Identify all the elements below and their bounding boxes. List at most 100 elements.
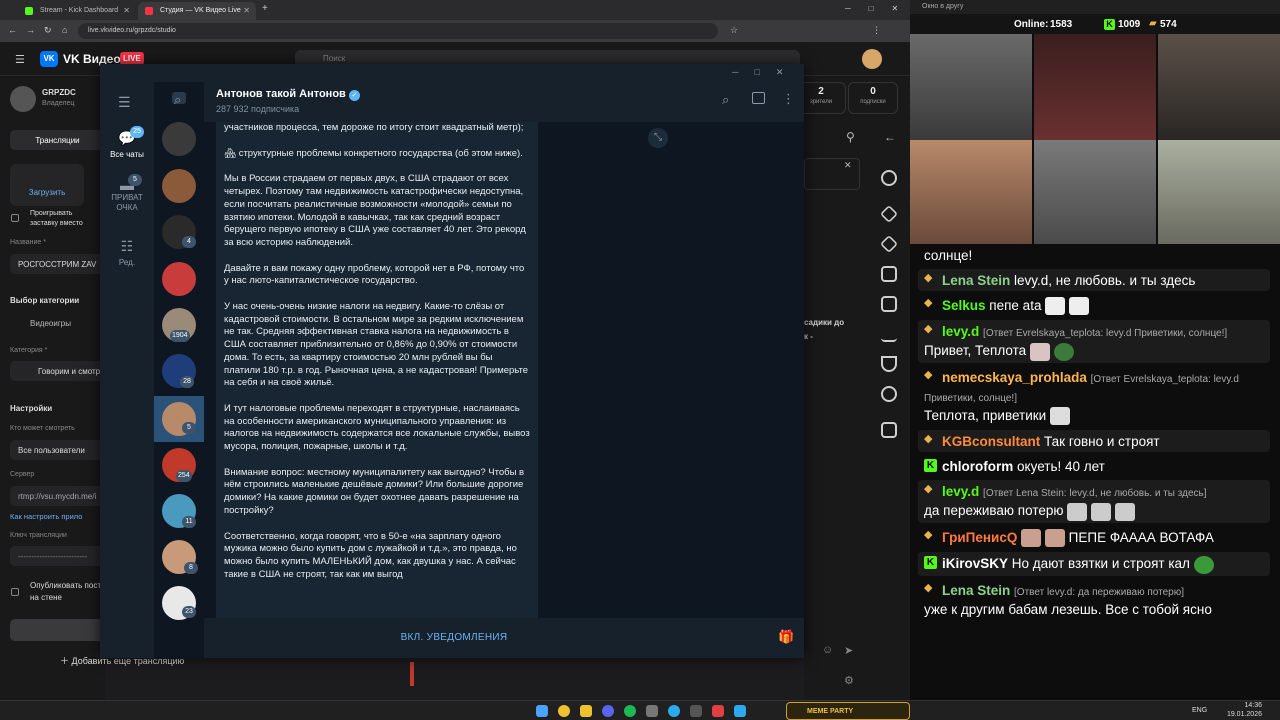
- server-label: Сервер: [10, 471, 35, 478]
- window-controls[interactable]: ─□✕: [732, 67, 799, 78]
- post-paragraph: Давайте я вам покажу одну проблему, кото…: [224, 262, 525, 287]
- ban-icon[interactable]: [881, 386, 897, 402]
- tab-kick[interactable]: Stream - Kick Dashboard ✕: [18, 2, 136, 20]
- folder-badge: 25: [130, 126, 144, 138]
- steam-icon[interactable]: [646, 705, 658, 717]
- chat-badge: 8: [184, 562, 198, 574]
- chat-username[interactable]: chloroform: [942, 459, 1013, 474]
- notify-button[interactable]: ВКЛ. УВЕДОМЛЕНИЯ: [204, 632, 704, 643]
- how-to-link[interactable]: Как настроить прило: [10, 512, 82, 521]
- notice-card: [804, 158, 860, 190]
- more-icon[interactable]: ⋮: [782, 91, 795, 107]
- meme-party-widget[interactable]: MEME PARTY: [786, 702, 910, 720]
- folder-icon[interactable]: [580, 705, 592, 717]
- chat-avatar[interactable]: [162, 169, 196, 203]
- collapse-icon[interactable]: ⤡: [648, 128, 668, 148]
- app-icon[interactable]: [734, 705, 746, 717]
- who-can-watch-select[interactable]: Все пользователи: [10, 440, 105, 460]
- window-controls[interactable]: ─□✕: [845, 4, 910, 13]
- diamond-icon[interactable]: [879, 204, 899, 224]
- start-icon[interactable]: [536, 705, 548, 717]
- reload-icon[interactable]: ↻: [44, 25, 52, 36]
- dice-icon[interactable]: [881, 266, 897, 282]
- close-icon[interactable]: ✕: [123, 6, 130, 15]
- emote-icon: [1029, 342, 1050, 361]
- bar-chart-icon[interactable]: [881, 326, 897, 342]
- telegram-icon[interactable]: [668, 705, 680, 717]
- folder-edit[interactable]: ☷ Ред.: [100, 238, 154, 267]
- chat-username[interactable]: KGBconsultant: [942, 434, 1040, 449]
- star-icon[interactable]: ☆: [730, 25, 738, 36]
- app-icon[interactable]: [712, 705, 724, 717]
- send-icon[interactable]: ➤: [844, 644, 853, 657]
- new-tab-button[interactable]: +: [262, 3, 268, 14]
- forward-icon[interactable]: →: [26, 25, 35, 35]
- folder-private[interactable]: ▬ ПРИВАТОЧКА 5: [100, 174, 154, 213]
- emote-icon: [1021, 529, 1042, 548]
- category-field[interactable]: Говорим и смотрим: [10, 361, 105, 381]
- gem-icon[interactable]: [879, 234, 899, 254]
- chat-username[interactable]: ГриПенисQ: [942, 530, 1017, 545]
- gear-icon[interactable]: [881, 170, 897, 186]
- start-button[interactable]: [10, 619, 105, 641]
- gift-icon[interactable]: 🎁: [778, 629, 794, 645]
- tab-vk[interactable]: Студия — VK Видео Live ✕: [138, 2, 256, 20]
- app-icon[interactable]: [690, 705, 702, 717]
- chat-username[interactable]: levy.d: [942, 484, 979, 499]
- clock-date[interactable]: 19.01.2026: [1222, 711, 1262, 718]
- sidebar-toggle-icon[interactable]: [752, 92, 765, 104]
- chat-username[interactable]: Lena Stein: [942, 273, 1010, 288]
- online-label: Online:: [1014, 19, 1049, 30]
- spotify-icon[interactable]: [624, 705, 636, 717]
- close-icon[interactable]: ✕: [243, 6, 250, 15]
- chat-message: ◆ Lena Stein levy.d, не любовь. и ты зде…: [918, 269, 1270, 291]
- clock-time[interactable]: 14:36: [1228, 702, 1262, 709]
- close-icon[interactable]: ✕: [844, 160, 852, 171]
- emoji-icon[interactable]: ☺: [822, 644, 833, 656]
- hamburger-icon[interactable]: ☰: [15, 53, 25, 66]
- emote-icon: [1067, 502, 1088, 521]
- home-icon[interactable]: ⌂: [62, 25, 67, 35]
- hamburger-icon[interactable]: ☰: [118, 94, 131, 111]
- chat-message: K chloroform окуеть! 40 лет: [918, 455, 1270, 477]
- title-field[interactable]: РОСГОССТРИМ ZAV: [10, 254, 105, 274]
- avatar[interactable]: [862, 49, 882, 69]
- settings-label: Настройки: [10, 404, 53, 413]
- trophy-icon[interactable]: [881, 356, 897, 372]
- menu-icon[interactable]: ⋮: [872, 25, 881, 36]
- language-indicator[interactable]: ENG: [1192, 707, 1207, 714]
- chat-message: ◆ nemecskaya_prohlada [Ответ Evrelskaya_…: [918, 366, 1270, 427]
- chat-username[interactable]: Lena Stein: [942, 583, 1010, 598]
- url-input[interactable]: live.vkvideo.ru/grpzdc/studio: [78, 23, 718, 39]
- chat-text: Так говно и строят: [1044, 434, 1160, 450]
- vk-logo-icon[interactable]: VK: [40, 51, 58, 67]
- chat-username[interactable]: nemecskaya_prohlada: [942, 370, 1087, 385]
- chat-username[interactable]: Selkus: [942, 298, 986, 313]
- chat-avatar[interactable]: [162, 262, 196, 296]
- search-icon[interactable]: ⌕: [174, 92, 181, 108]
- videogames-label[interactable]: Видеоигры: [30, 319, 71, 328]
- list-icon[interactable]: [881, 296, 897, 312]
- back-icon[interactable]: ←: [8, 25, 17, 35]
- gear-icon[interactable]: ⚙: [844, 674, 854, 687]
- discord-icon[interactable]: [602, 705, 614, 717]
- chrome-icon[interactable]: [558, 705, 570, 717]
- server-field[interactable]: rtmp://vsu.mycdn.me/i: [10, 486, 105, 506]
- post-paragraph: участников процесса, тем дороже по итогу…: [224, 122, 524, 133]
- key-field[interactable]: --------------------------: [10, 546, 105, 566]
- channel-title[interactable]: Антонов такой Антонов ✓: [216, 88, 360, 101]
- chat-avatar[interactable]: [162, 122, 196, 156]
- chat-username[interactable]: levy.d: [942, 324, 979, 339]
- upload-button[interactable]: Загрузить: [10, 164, 84, 206]
- chat-username[interactable]: iKirovSKY: [942, 556, 1008, 571]
- house-emoji-icon: 🏘: [224, 147, 239, 159]
- pin-icon[interactable]: ⚲: [846, 130, 855, 144]
- post-paragraph: И тут налоговые проблемы переходят в стр…: [224, 402, 530, 453]
- publish-checkbox[interactable]: [11, 588, 19, 596]
- play-ad-checkbox[interactable]: [11, 214, 19, 222]
- stat-subscriptions: 0 подписки: [848, 82, 898, 114]
- folder-all-chats[interactable]: 💬 Все чаты 25: [100, 126, 154, 159]
- tab-streams[interactable]: Трансляции: [10, 130, 105, 150]
- search-icon[interactable]: ⌕: [722, 92, 729, 108]
- copy-icon[interactable]: [881, 422, 897, 438]
